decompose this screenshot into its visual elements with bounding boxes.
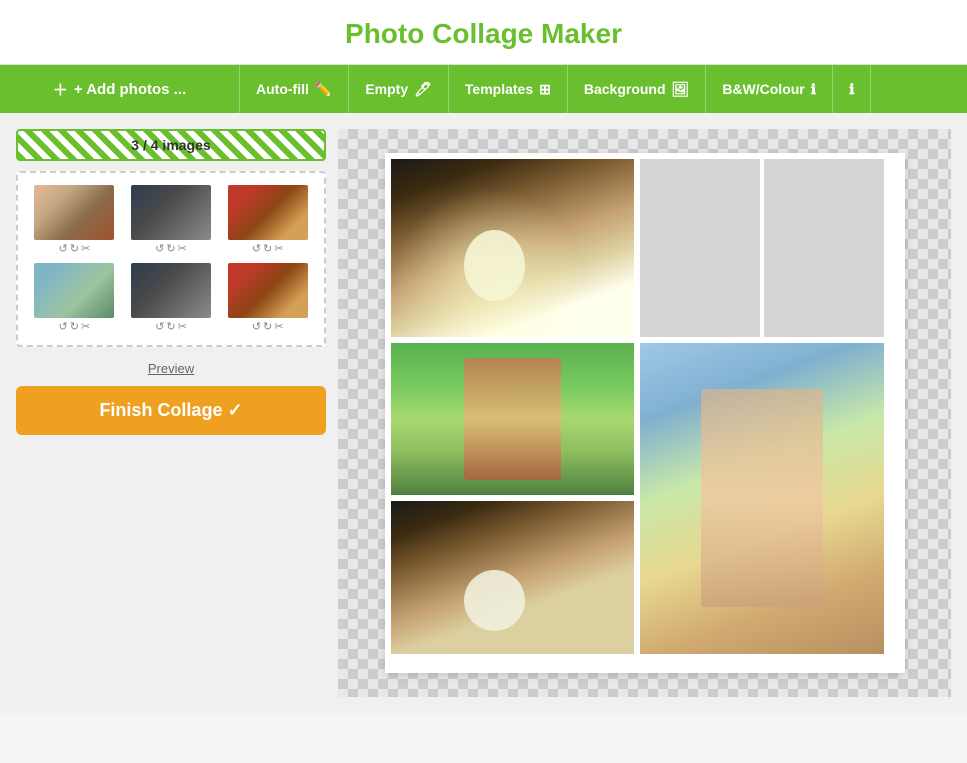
rotate-right-icon[interactable]: ↻ bbox=[70, 242, 79, 255]
thumbnail-image[interactable] bbox=[131, 263, 211, 318]
thumb-control-row: ↺ ↻ ✂ bbox=[252, 242, 284, 255]
rotate-right-icon[interactable]: ↻ bbox=[70, 320, 79, 333]
main-content: 3 / 4 images ↺ ↻ ✂ ↺ ↻ ✂ bbox=[0, 113, 967, 713]
rotate-right-icon[interactable]: ↻ bbox=[166, 242, 175, 255]
preview-link[interactable]: Preview bbox=[148, 361, 194, 376]
info-icon: ℹ bbox=[849, 81, 854, 98]
thumbnail-image[interactable] bbox=[228, 263, 308, 318]
collage-cell-2[interactable] bbox=[640, 159, 884, 337]
collage-empty-cell-2[interactable] bbox=[764, 159, 884, 337]
bwcolour-button[interactable]: B&W/Colour ℹ bbox=[706, 65, 833, 113]
thumb-control-row: ↺ ↻ ✂ bbox=[155, 242, 187, 255]
page-title: Photo Collage Maker bbox=[0, 18, 967, 50]
list-item[interactable]: ↺ ↻ ✂ bbox=[127, 185, 216, 255]
templates-icon: ⊞ bbox=[539, 81, 551, 98]
empty-button[interactable]: Empty 🖊 bbox=[349, 65, 449, 113]
rotate-right-icon[interactable]: ↻ bbox=[263, 242, 272, 255]
empty-label: Empty bbox=[365, 81, 408, 97]
list-item[interactable]: ↺ ↻ ✂ bbox=[30, 185, 119, 255]
thumbnail-image[interactable] bbox=[131, 185, 211, 240]
rotate-left-icon[interactable]: ↺ bbox=[155, 320, 164, 333]
templates-button[interactable]: Templates ⊞ bbox=[449, 65, 568, 113]
collage-cell-4[interactable] bbox=[640, 343, 884, 654]
rotate-left-icon[interactable]: ↺ bbox=[59, 242, 68, 255]
add-photos-button[interactable]: ＋ + Add photos ... bbox=[0, 65, 240, 113]
bwcolour-icon: ℹ bbox=[811, 81, 816, 98]
left-panel: 3 / 4 images ↺ ↻ ✂ ↺ ↻ ✂ bbox=[16, 129, 326, 697]
background-icon: 🖼 bbox=[672, 81, 690, 98]
crop-icon[interactable]: ✂ bbox=[81, 320, 90, 333]
page-header: Photo Collage Maker bbox=[0, 0, 967, 65]
crop-icon[interactable]: ✂ bbox=[274, 320, 283, 333]
thumb-control-row: ↺ ↻ ✂ bbox=[59, 320, 91, 333]
autofill-icon: ✏️ bbox=[315, 81, 332, 98]
crop-icon[interactable]: ✂ bbox=[178, 320, 187, 333]
thumb-control-row: ↺ ↻ ✂ bbox=[59, 242, 91, 255]
rotate-right-icon[interactable]: ↻ bbox=[263, 320, 272, 333]
collage-cell-1[interactable] bbox=[391, 159, 635, 337]
crop-icon[interactable]: ✂ bbox=[178, 242, 187, 255]
rotate-left-icon[interactable]: ↺ bbox=[155, 242, 164, 255]
empty-icon: 🖊 bbox=[414, 81, 432, 98]
rotate-left-icon[interactable]: ↺ bbox=[252, 320, 261, 333]
crop-icon[interactable]: ✂ bbox=[274, 242, 283, 255]
images-count-badge: 3 / 4 images bbox=[16, 129, 326, 161]
thumbnail-image[interactable] bbox=[228, 185, 308, 240]
collage-empty-cell-1[interactable] bbox=[640, 159, 760, 337]
thumbnail-image[interactable] bbox=[34, 185, 114, 240]
rotate-right-icon[interactable]: ↻ bbox=[166, 320, 175, 333]
collage-canvas-area[interactable] bbox=[338, 129, 951, 697]
bwcolour-label: B&W/Colour bbox=[722, 81, 804, 97]
collage-cell-5[interactable] bbox=[391, 501, 635, 653]
list-item[interactable]: ↺ ↻ ✂ bbox=[223, 263, 312, 333]
plus-icon: ＋ bbox=[53, 79, 68, 100]
background-button[interactable]: Background 🖼 bbox=[568, 65, 706, 113]
crop-icon[interactable]: ✂ bbox=[81, 242, 90, 255]
toolbar: ＋ + Add photos ... Auto-fill ✏️ Empty 🖊 … bbox=[0, 65, 967, 113]
autofill-button[interactable]: Auto-fill ✏️ bbox=[240, 65, 349, 113]
autofill-label: Auto-fill bbox=[256, 81, 309, 97]
add-photos-label: + Add photos ... bbox=[74, 81, 186, 98]
rotate-left-icon[interactable]: ↺ bbox=[59, 320, 68, 333]
collage-cell-3[interactable] bbox=[391, 343, 635, 495]
thumb-control-row: ↺ ↻ ✂ bbox=[155, 320, 187, 333]
info-button[interactable]: ℹ bbox=[833, 65, 871, 113]
thumb-control-row: ↺ ↻ ✂ bbox=[252, 320, 284, 333]
thumbnails-grid: ↺ ↻ ✂ ↺ ↻ ✂ ↺ ↻ ✂ bbox=[16, 171, 326, 347]
rotate-left-icon[interactable]: ↺ bbox=[252, 242, 261, 255]
list-item[interactable]: ↺ ↻ ✂ bbox=[223, 185, 312, 255]
list-item[interactable]: ↺ ↻ ✂ bbox=[127, 263, 216, 333]
list-item[interactable]: ↺ ↻ ✂ bbox=[30, 263, 119, 333]
collage-canvas bbox=[385, 153, 905, 673]
background-label: Background bbox=[584, 81, 666, 97]
thumbnail-image[interactable] bbox=[34, 263, 114, 318]
templates-label: Templates bbox=[465, 81, 533, 97]
finish-collage-button[interactable]: Finish Collage ✓ bbox=[16, 386, 326, 435]
